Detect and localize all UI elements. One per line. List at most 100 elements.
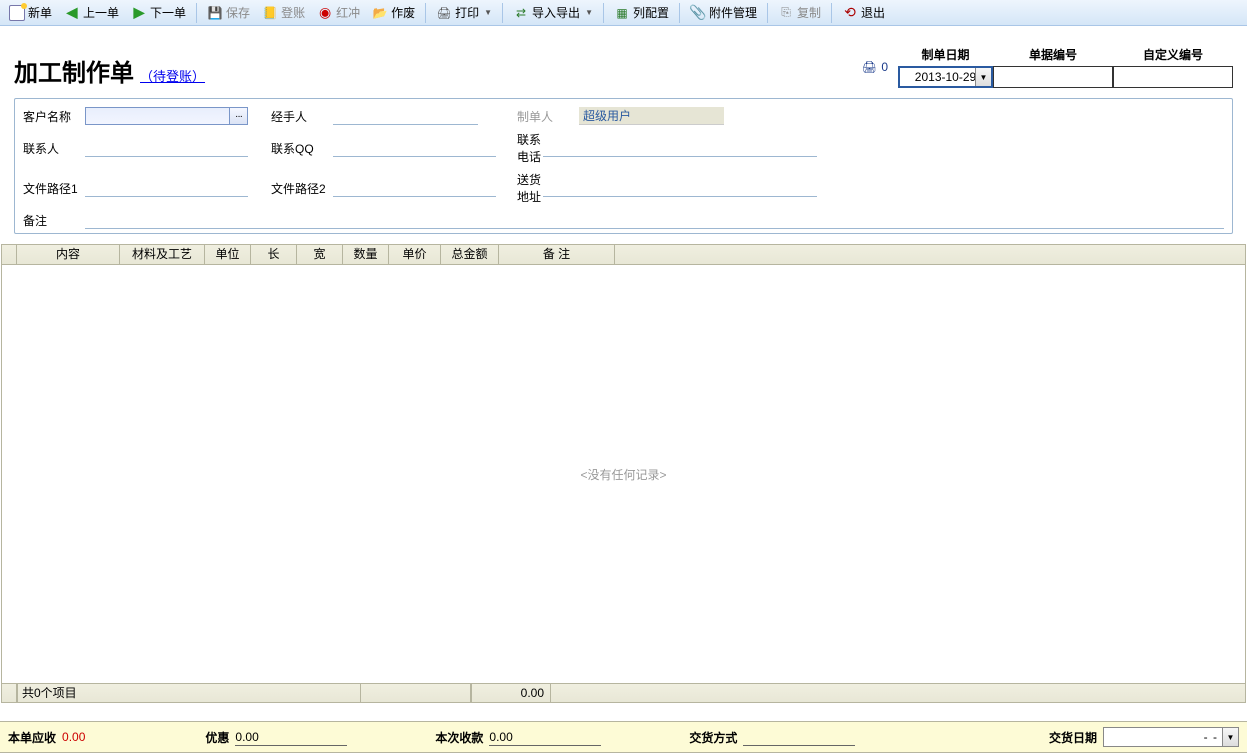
print-count-value: 0 <box>881 60 888 74</box>
columns-icon: ▦ <box>614 5 630 21</box>
printer-icon: 🖨 <box>436 5 452 21</box>
remark-input[interactable] <box>85 211 1224 229</box>
import-export-button[interactable]: ⇄导入导出▼ <box>508 2 598 23</box>
stamp-icon: ◉ <box>317 5 333 21</box>
col-price[interactable]: 单价 <box>389 245 441 264</box>
path2-input[interactable] <box>333 179 496 197</box>
remark-label: 备注 <box>23 212 85 229</box>
deliver-method-label: 交货方式 <box>689 729 737 746</box>
exit-icon: ⟲ <box>842 5 858 21</box>
prev-button[interactable]: ◀上一单 <box>59 2 124 23</box>
next-label: 下一单 <box>150 4 186 21</box>
phone-input[interactable] <box>543 139 817 157</box>
paid-input[interactable] <box>489 728 601 746</box>
col-remark[interactable]: 备 注 <box>499 245 615 264</box>
print-count: 🖨 0 <box>861 59 888 75</box>
next-button[interactable]: ▶下一单 <box>126 2 191 23</box>
void-button[interactable]: 📂作废 <box>367 2 420 23</box>
contact-label: 联系人 <box>23 140 85 157</box>
separator <box>425 3 426 23</box>
discount-label: 优惠 <box>205 729 229 746</box>
doc-number-field[interactable] <box>993 66 1113 88</box>
address-input[interactable] <box>543 179 817 197</box>
receivable-label: 本单应收 <box>8 729 56 746</box>
paperclip-icon: 📎 <box>690 5 706 21</box>
attachment-button[interactable]: 📎附件管理 <box>685 2 762 23</box>
col-material[interactable]: 材料及工艺 <box>120 245 205 264</box>
exit-button[interactable]: ⟲退出 <box>837 2 890 23</box>
print-label: 打印 <box>455 4 479 21</box>
void-label: 作废 <box>391 4 415 21</box>
custom-no-label: 自定义编号 <box>1113 46 1233 66</box>
redstamp-button[interactable]: ◉红冲 <box>312 2 365 23</box>
doc-date-value: 2013-10-29 <box>915 70 976 84</box>
date-label: 制单日期 <box>898 46 993 66</box>
maker-readonly: 超级用户 <box>579 107 724 125</box>
col-qty[interactable]: 数量 <box>343 245 389 264</box>
doc-date-picker[interactable]: 2013-10-29 ▼ <box>898 66 993 88</box>
chevron-down-icon[interactable]: ▼ <box>1222 728 1238 746</box>
save-label: 保存 <box>226 4 250 21</box>
col-amount[interactable]: 总金额 <box>441 245 499 264</box>
customer-name-label: 客户名称 <box>23 108 85 125</box>
floppy-icon: 💾 <box>207 5 223 21</box>
deliver-method-input[interactable] <box>743 728 855 746</box>
chevron-down-icon[interactable]: ▼ <box>975 68 991 86</box>
column-config-button[interactable]: ▦列配置 <box>609 2 674 23</box>
paid-label: 本次收款 <box>435 729 483 746</box>
printer-small-icon: 🖨 <box>861 59 877 75</box>
grid-header: 内容 材料及工艺 单位 长 宽 数量 单价 总金额 备 注 <box>1 244 1246 265</box>
new-label: 新单 <box>28 4 52 21</box>
colcfg-label: 列配置 <box>633 4 669 21</box>
print-button[interactable]: 🖨打印▼ <box>431 2 497 23</box>
path2-label: 文件路径2 <box>271 180 333 197</box>
address-label: 送货地址 <box>517 171 543 205</box>
arrow-right-icon: ▶ <box>131 5 147 21</box>
separator <box>502 3 503 23</box>
save-button[interactable]: 💾保存 <box>202 2 255 23</box>
arrow-left-icon: ◀ <box>64 5 80 21</box>
footer-count: 共0个项目 <box>17 684 361 702</box>
handler-label: 经手人 <box>271 108 333 125</box>
discount-input[interactable] <box>235 728 347 746</box>
separator <box>767 3 768 23</box>
customer-lookup-button[interactable]: ··· <box>230 107 248 125</box>
col-content[interactable]: 内容 <box>17 245 120 264</box>
grid-body[interactable]: <没有任何记录> <box>1 265 1246 683</box>
separator <box>679 3 680 23</box>
maker-label: 制单人 <box>517 108 579 125</box>
redstamp-label: 红冲 <box>336 4 360 21</box>
receivable-value: 0.00 <box>62 730 85 744</box>
separator <box>603 3 604 23</box>
custom-number-field[interactable] <box>1113 66 1233 88</box>
deliver-date-picker[interactable]: - - ▼ <box>1103 727 1239 747</box>
separator <box>831 3 832 23</box>
bottom-bar: 本单应收 0.00 优惠 本次收款 交货方式 交货日期 - - ▼ <box>0 721 1247 753</box>
col-length[interactable]: 长 <box>251 245 297 264</box>
grid: 内容 材料及工艺 单位 长 宽 数量 单价 总金额 备 注 <没有任何记录> 共… <box>1 244 1246 703</box>
handler-input[interactable] <box>333 107 478 125</box>
qq-label: 联系QQ <box>271 140 333 157</box>
post-button[interactable]: 📒登账 <box>257 2 310 23</box>
footer-total: 0.00 <box>471 684 551 702</box>
copy-button[interactable]: ⎘复制 <box>773 2 826 23</box>
new-button[interactable]: 新单 <box>4 2 57 23</box>
col-handle[interactable] <box>2 245 17 264</box>
deliver-date-label: 交货日期 <box>1049 729 1097 746</box>
col-unit[interactable]: 单位 <box>205 245 251 264</box>
qq-input[interactable] <box>333 139 496 157</box>
separator <box>196 3 197 23</box>
customer-name-input[interactable] <box>85 107 230 125</box>
form-panel: 客户名称 ··· 经手人 制单人 超级用户 联系人 联系QQ 联系电话 <box>14 98 1233 234</box>
empty-text: <没有任何记录> <box>580 466 666 483</box>
path1-input[interactable] <box>85 179 248 197</box>
page-title: 加工制作单 <box>14 53 134 88</box>
copy-icon: ⎘ <box>778 5 794 21</box>
book-icon: 📒 <box>262 5 278 21</box>
status-link[interactable]: （待登账） <box>140 66 205 85</box>
col-width[interactable]: 宽 <box>297 245 343 264</box>
maker-value: 超级用户 <box>583 107 631 124</box>
contact-input[interactable] <box>85 139 248 157</box>
toolbar: 新单 ◀上一单 ▶下一单 💾保存 📒登账 ◉红冲 📂作废 🖨打印▼ ⇄导入导出▼… <box>0 0 1247 26</box>
phone-label: 联系电话 <box>517 131 543 165</box>
